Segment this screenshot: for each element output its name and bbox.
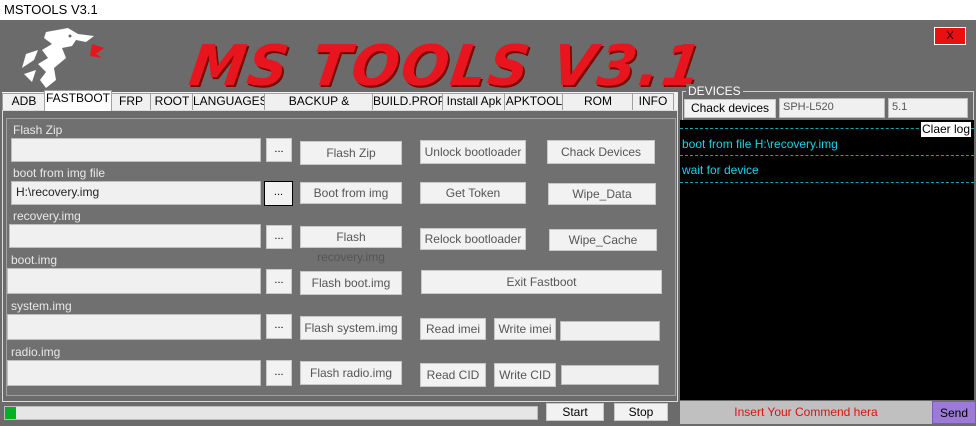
- imei-field[interactable]: [560, 321, 660, 341]
- flash-boot-button[interactable]: Flash boot.img: [300, 271, 402, 295]
- boot-img-file-field[interactable]: [7, 268, 261, 294]
- system-img-field[interactable]: [7, 314, 261, 340]
- relock-bootloader-button[interactable]: Relock bootloader: [420, 228, 526, 250]
- tab-rom-tools[interactable]: ROM TOOLS: [562, 93, 634, 123]
- unlock-bootloader-button[interactable]: Unlock bootloader: [420, 140, 526, 164]
- write-cid-button[interactable]: Write CID: [494, 363, 556, 387]
- tab-build-prop[interactable]: BUILD.PROP: [372, 93, 446, 111]
- window-title: MSTOOLS V3.1: [4, 2, 98, 17]
- check-devices-fastboot-button[interactable]: Chack Devices: [547, 140, 655, 164]
- flash-zip-label: Flash Zip: [13, 123, 63, 137]
- flash-recovery-button[interactable]: Flash recovery.img: [300, 226, 402, 264]
- flash-zip-button[interactable]: Flash Zip: [300, 141, 402, 165]
- cid-field[interactable]: [561, 365, 659, 385]
- command-input[interactable]: Insert Your Commend hera: [680, 401, 932, 424]
- radio-img-label: radio.img: [11, 345, 61, 359]
- tab-adb[interactable]: ADB: [2, 93, 46, 111]
- progress-fill: [5, 407, 16, 419]
- write-imei-button[interactable]: Write imei: [494, 318, 556, 340]
- tab-apktool[interactable]: APKTOOL: [504, 93, 564, 111]
- boot-img-file-browse-button[interactable]: ...: [266, 269, 292, 294]
- tab-bar: ADB FASTBOOT FRP ROOT LANGUAGES BACKUP &…: [2, 90, 678, 123]
- start-button[interactable]: Start: [546, 403, 604, 421]
- tab-install-apk[interactable]: Install Apk: [442, 93, 506, 111]
- read-cid-button[interactable]: Read CID: [420, 363, 486, 387]
- log-line: boot from file H:\recovery.img: [682, 137, 838, 151]
- device-model-field[interactable]: SPH-L520: [779, 98, 885, 118]
- device-version-field[interactable]: 5.1: [888, 98, 968, 118]
- tab-frp[interactable]: FRP: [110, 93, 152, 111]
- tab-info[interactable]: INFO: [632, 93, 674, 111]
- app-banner: MS TOOLS V3.1: [185, 34, 708, 99]
- recovery-img-label: recovery.img: [13, 209, 81, 223]
- boot-img-browse-button[interactable]: ...: [264, 181, 293, 206]
- devices-group-label: DEVICES: [686, 84, 743, 98]
- boot-img-file-label: boot.img: [11, 253, 58, 267]
- title-bar: MSTOOLS V3.1: [0, 0, 976, 20]
- boot-img-field[interactable]: H:\recovery.img: [11, 181, 261, 205]
- log-divider: [680, 155, 974, 156]
- tab-languages[interactable]: LANGUAGES: [192, 93, 268, 111]
- dragon-logo-icon: [22, 28, 104, 88]
- recovery-img-browse-button[interactable]: ...: [266, 225, 292, 249]
- send-button[interactable]: Send: [932, 401, 976, 424]
- exit-fastboot-button[interactable]: Exit Fastboot: [421, 270, 662, 294]
- system-img-browse-button[interactable]: ...: [266, 314, 292, 339]
- wipe-cache-button[interactable]: Wipe_Cache: [549, 229, 657, 251]
- log-divider: [680, 182, 974, 183]
- recovery-img-field[interactable]: [9, 224, 261, 248]
- radio-img-browse-button[interactable]: ...: [266, 360, 292, 386]
- flash-zip-field[interactable]: [11, 138, 261, 162]
- boot-from-img-button[interactable]: Boot from img: [300, 182, 402, 204]
- read-imei-button[interactable]: Read imei: [420, 318, 486, 340]
- tab-backup-restor[interactable]: BACKUP & RESTOR: [264, 93, 374, 123]
- get-token-button[interactable]: Get Token: [420, 182, 526, 204]
- check-devices-button[interactable]: Chack devices: [684, 99, 776, 118]
- stop-button[interactable]: Stop: [614, 403, 668, 421]
- boot-img-label: boot from img file: [13, 166, 106, 180]
- tab-root[interactable]: ROOT: [150, 93, 194, 111]
- progress-bar: [4, 406, 538, 420]
- flash-radio-button[interactable]: Flash radio.img: [300, 361, 402, 385]
- flash-zip-browse-button[interactable]: ...: [266, 138, 292, 162]
- wipe-data-button[interactable]: Wipe_Data: [548, 183, 656, 205]
- system-img-label: system.img: [11, 299, 72, 313]
- clear-log-button[interactable]: Claer log: [921, 122, 971, 137]
- radio-img-field[interactable]: [7, 360, 261, 386]
- log-line: wait for device: [682, 163, 759, 177]
- close-button[interactable]: X: [934, 27, 966, 45]
- tab-fastboot[interactable]: FASTBOOT: [44, 90, 112, 111]
- fastboot-content: Flash Zip ... Flash Zip Unlock bootloade…: [6, 118, 676, 396]
- log-panel: boot from file H:\recovery.img wait for …: [680, 120, 974, 400]
- flash-system-button[interactable]: Flash system.img: [300, 316, 402, 340]
